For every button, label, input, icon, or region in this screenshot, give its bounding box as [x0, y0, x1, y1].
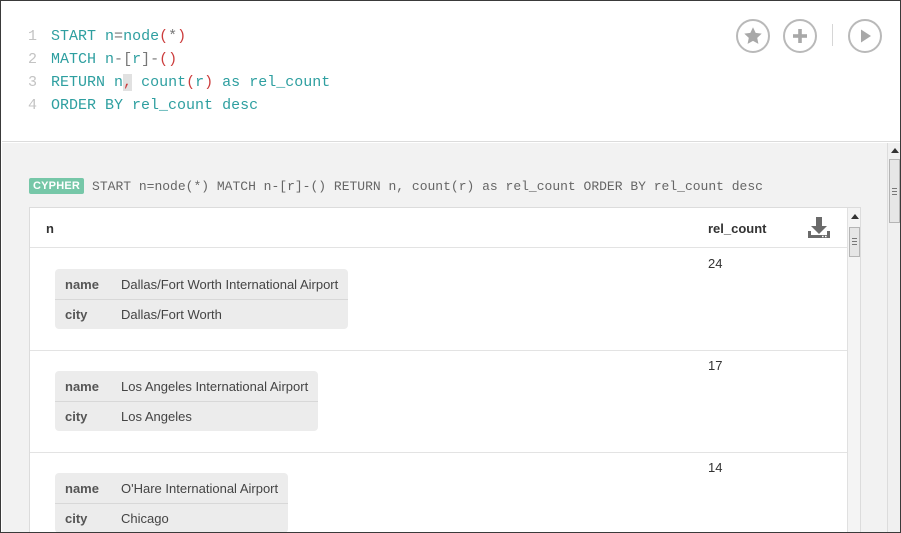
code-token: n	[105, 51, 115, 68]
code-token: RETURN	[51, 74, 106, 91]
favorite-button[interactable]	[736, 19, 770, 53]
code-token: n	[105, 28, 115, 45]
code-token: (	[186, 74, 196, 91]
table-row: name Los Angeles International Airport cit…	[30, 351, 847, 453]
code-token: rel_count	[132, 97, 214, 114]
code-line[interactable]: 4 ORDER BY rel_count desc	[28, 94, 330, 117]
rel-count-value: 14	[708, 460, 723, 475]
scrollbar-thumb[interactable]	[889, 159, 900, 223]
table-row: name O'Hare International Airport city Chic…	[30, 453, 847, 532]
line-number: 1	[28, 28, 38, 45]
code-line[interactable]: 3 RETURN n, count(r) as rel_count	[28, 71, 330, 94]
property-row: name Dallas/Fort Worth International Airp…	[55, 269, 348, 299]
property-value: Los Angeles	[121, 409, 192, 424]
code-token: ORDER BY	[51, 97, 124, 114]
run-button[interactable]	[848, 19, 882, 53]
property-row: city Chicago	[55, 503, 289, 532]
download-icon[interactable]	[806, 216, 832, 240]
node-properties-card[interactable]: name Los Angeles International Airport cit…	[55, 371, 319, 431]
code-token: START	[51, 28, 97, 45]
code-token: MATCH	[51, 51, 97, 68]
toolbar-separator	[832, 24, 833, 46]
executed-query[interactable]: START n=node(*) MATCH n-[r]-() RETURN n,…	[92, 179, 763, 194]
code-line[interactable]: 1 START n=node(*)	[28, 25, 330, 48]
property-value: Chicago	[121, 511, 169, 526]
query-editor[interactable]: 1 START n=node(*) 2 MATCH n-[r]-() 3 RETURN n…	[2, 2, 900, 142]
line-number: 3	[28, 74, 38, 91]
code-token: r	[195, 74, 205, 91]
code-token: ,	[123, 74, 133, 91]
code-token: -	[150, 51, 160, 68]
property-row: city Dallas/Fort Worth	[55, 299, 349, 329]
node-properties-card[interactable]: name O'Hare International Airport city Chic…	[55, 473, 289, 532]
code-token: =	[114, 28, 124, 45]
table-scrollbar-thumb[interactable]	[849, 227, 860, 257]
code-area[interactable]: 1 START n=node(*) 2 MATCH n-[r]-() 3 RETURN n…	[28, 25, 330, 117]
code-token: n	[114, 74, 124, 91]
stream-scrollbar[interactable]	[887, 143, 900, 532]
code-token: )	[177, 28, 187, 45]
result-table: n rel_count name Dallas/Fort Worth Intern…	[29, 207, 861, 532]
rel-count-value: 24	[708, 256, 723, 271]
add-button[interactable]	[783, 19, 817, 53]
column-header-n[interactable]: n	[46, 221, 54, 236]
code-token: count	[141, 74, 187, 91]
code-token: rel_count	[249, 74, 331, 91]
property-key: name	[65, 378, 99, 394]
line-number: 4	[28, 97, 38, 114]
property-row: city Los Angeles	[55, 401, 319, 431]
property-value: Dallas/Fort Worth International Airport	[121, 276, 339, 292]
column-header-rel-count[interactable]: rel_count	[708, 221, 767, 236]
scroll-up-arrow-icon[interactable]	[891, 148, 899, 153]
rel-count-value: 17	[708, 358, 723, 373]
code-token: )	[204, 74, 214, 91]
property-row: name O'Hare International Airport	[55, 473, 288, 503]
result-frame-header: CYPHER START n=node(*) MATCH n-[r]-() RE…	[29, 178, 763, 194]
table-header: n rel_count	[30, 208, 847, 248]
code-token: desc	[222, 97, 259, 114]
code-token: (	[159, 28, 169, 45]
code-token: r	[132, 51, 142, 68]
cypher-badge: CYPHER	[29, 178, 85, 194]
code-token: ]	[141, 51, 151, 68]
code-token: node	[123, 28, 160, 45]
code-line[interactable]: 2 MATCH n-[r]-()	[28, 48, 330, 71]
property-value: O'Hare International Airport	[121, 480, 279, 496]
table-scroll-up-arrow-icon[interactable]	[851, 214, 859, 219]
table-row: name Dallas/Fort Worth International Airp…	[30, 249, 847, 351]
code-token: [	[123, 51, 133, 68]
play-icon	[861, 29, 871, 43]
property-key: name	[65, 480, 99, 496]
node-properties-card[interactable]: name Dallas/Fort Worth International Airp…	[55, 269, 349, 329]
property-key: city	[65, 409, 88, 424]
plus-icon	[793, 29, 807, 43]
property-key: city	[65, 307, 88, 322]
code-token: as	[222, 74, 241, 91]
property-value: Los Angeles International Airport	[121, 378, 309, 394]
property-key: name	[65, 276, 99, 292]
property-row: name Los Angeles International Airport	[55, 371, 318, 401]
star-icon	[744, 27, 762, 44]
line-number: 2	[28, 51, 38, 68]
code-token: -	[114, 51, 124, 68]
property-value: Dallas/Fort Worth	[121, 307, 222, 322]
property-key: city	[65, 511, 88, 526]
code-token: ()	[159, 51, 178, 68]
table-scrollbar[interactable]	[847, 208, 860, 532]
browser-frame: 1 START n=node(*) 2 MATCH n-[r]-() 3 RETURN n…	[0, 0, 901, 533]
code-token: *	[168, 28, 178, 45]
